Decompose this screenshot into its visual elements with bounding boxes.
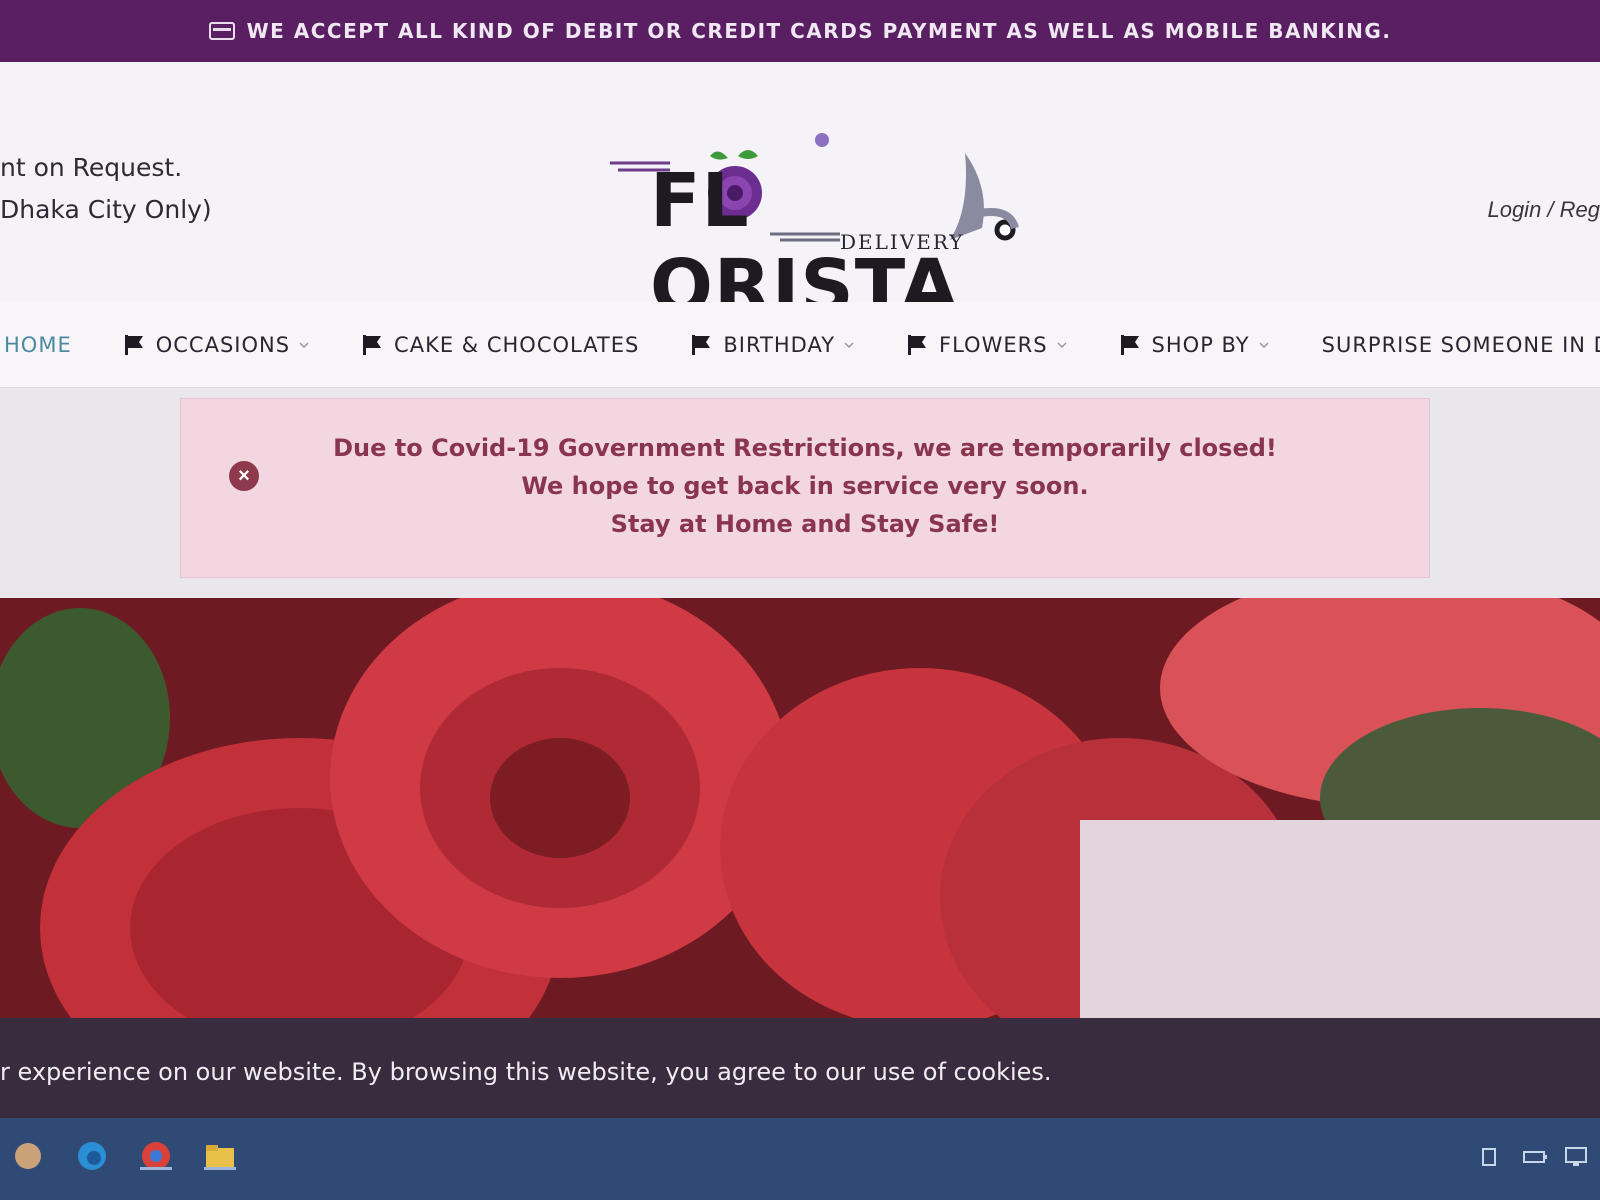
close-icon[interactable]: × [229, 461, 259, 491]
folder-icon [206, 1145, 234, 1168]
alert-line1: Due to Covid-19 Government Restrictions,… [333, 434, 1277, 462]
windows-taskbar [0, 1118, 1600, 1200]
alert-line3: Stay at Home and Stay Safe! [610, 510, 1000, 538]
nav-home-label: HOME [4, 332, 72, 357]
hero-banner-image [0, 598, 1600, 1018]
alert-line2: We hope to get back in service very soon… [521, 472, 1089, 500]
nav-flowers[interactable]: FLOWERS [907, 333, 1068, 357]
login-register-link[interactable]: Login / Reg [1487, 197, 1600, 223]
cookie-notice: r experience on our website. By browsing… [0, 1018, 1600, 1118]
tray-display-icon[interactable] [1564, 1146, 1590, 1168]
flag-icon [692, 334, 711, 355]
flag-icon [124, 334, 143, 355]
edge-browser-icon [78, 1142, 106, 1170]
tray-battery-icon[interactable] [1522, 1146, 1548, 1168]
nav-occasions[interactable]: OCCASIONS [124, 333, 310, 357]
nav-birthday[interactable]: BIRTHDAY [691, 333, 855, 357]
nav-surprise-someone-label: SURPRISE SOMEONE IN DHAK [1321, 332, 1600, 357]
covid-alert: × Due to Covid-19 Government Restriction… [180, 398, 1430, 578]
hero-side-panel [1080, 820, 1600, 1018]
main-navigation: HOME OCCASIONS CAKE & CHOCOLATES BIRTHDA… [0, 302, 1600, 388]
chevron-down-icon [1057, 341, 1067, 348]
taskbar-file-explorer-button[interactable] [200, 1136, 240, 1176]
taskbar-edge-button[interactable] [72, 1136, 112, 1176]
flag-icon [1120, 334, 1139, 355]
taskbar-app-icon[interactable] [8, 1136, 48, 1176]
payment-banner: WE ACCEPT ALL KIND OF DEBIT OR CREDIT CA… [0, 0, 1600, 62]
florista-logo[interactable]: FL ORISTA DELIVERY [610, 128, 1040, 330]
nav-birthday-label: BIRTHDAY [723, 332, 836, 357]
app-icon [15, 1143, 41, 1169]
flag-icon [908, 334, 927, 355]
nav-cake-chocolates-label: CAKE & CHOCOLATES [394, 332, 640, 357]
nav-flowers-label: FLOWERS [939, 332, 1048, 357]
chevron-down-icon [1259, 341, 1269, 348]
active-indicator [140, 1167, 172, 1170]
tray-network-icon[interactable] [1480, 1146, 1506, 1168]
nav-shop-by[interactable]: SHOP BY [1120, 333, 1270, 357]
nav-occasions-label: OCCASIONS [155, 332, 291, 357]
active-indicator [204, 1167, 236, 1170]
flag-icon [363, 334, 382, 355]
taskbar-chrome-button[interactable] [136, 1136, 176, 1176]
credit-card-icon [208, 22, 235, 40]
chevron-down-icon [299, 341, 309, 348]
chevron-down-icon [844, 341, 854, 348]
nav-shop-by-label: SHOP BY [1151, 332, 1250, 357]
nav-home[interactable]: HOME [4, 333, 72, 357]
delivery-info: nt on Request. Dhaka City Only) [0, 147, 212, 231]
payment-banner-text: WE ACCEPT ALL KIND OF DEBIT OR CREDIT CA… [246, 19, 1392, 43]
delivery-info-line2: Dhaka City Only) [0, 195, 212, 224]
cookie-notice-text: r experience on our website. By browsing… [0, 1058, 1052, 1086]
nav-surprise-someone[interactable]: SURPRISE SOMEONE IN DHAK [1322, 333, 1600, 357]
nav-cake-chocolates[interactable]: CAKE & CHOCOLATES [362, 333, 639, 357]
logo-tagline: DELIVERY [840, 230, 965, 254]
delivery-info-line1: nt on Request. [0, 153, 183, 182]
